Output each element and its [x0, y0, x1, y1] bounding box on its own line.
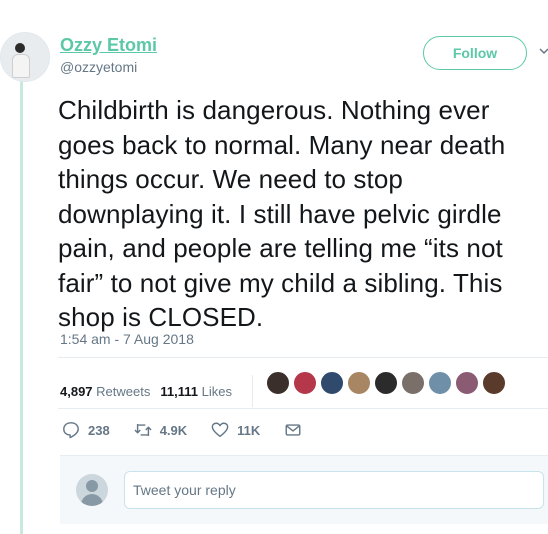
likes-stat[interactable]: 11,111 Likes [160, 384, 232, 399]
author-handle[interactable]: @ozzyetomi [60, 59, 137, 75]
liker-avatar[interactable] [293, 371, 317, 395]
avatar-body [81, 494, 103, 506]
author-name[interactable]: Ozzy Etomi [60, 35, 157, 56]
reply-action[interactable]: 238 [62, 421, 110, 439]
author-avatar[interactable] [0, 32, 50, 82]
likes-count: 11,111 [160, 383, 198, 399]
retweets-label: Retweets [96, 383, 151, 399]
like-count: 11K [237, 422, 261, 438]
reply-input[interactable]: Tweet your reply [124, 471, 544, 509]
reply-count: 238 [88, 422, 110, 438]
divider [58, 408, 548, 409]
chevron-down-icon[interactable] [539, 46, 548, 56]
envelope-icon [285, 424, 301, 436]
liker-avatar[interactable] [347, 371, 371, 395]
liker-avatar[interactable] [320, 371, 344, 395]
liker-avatar[interactable] [455, 371, 479, 395]
reply-icon [63, 422, 79, 439]
avatar-body [12, 54, 30, 78]
avatar-head [15, 43, 25, 53]
liker-avatar[interactable] [428, 371, 452, 395]
tweet-text: Childbirth is dangerous. Nothing ever go… [58, 95, 506, 332]
message-action[interactable] [284, 421, 302, 439]
reply-composer: Tweet your reply [60, 455, 548, 524]
engagement-stats: 4,897 Retweets 11,111 Likes [60, 375, 253, 407]
retweets-stat[interactable]: 4,897 Retweets [60, 384, 150, 399]
tweet-timestamp[interactable]: 1:54 am - 7 Aug 2018 [60, 331, 194, 347]
tweet-actions: 238 4.9K 11K [62, 421, 326, 439]
follow-button[interactable]: Follow [423, 36, 527, 70]
like-action[interactable]: 11K [211, 421, 260, 439]
likers-avatars [266, 371, 506, 395]
liker-avatar[interactable] [374, 371, 398, 395]
likes-label: Likes [201, 383, 232, 399]
divider [58, 357, 548, 358]
retweets-count: 4,897 [60, 383, 93, 399]
liker-avatar[interactable] [482, 371, 506, 395]
retweet-action[interactable]: 4.9K [134, 421, 187, 439]
thread-line [20, 74, 23, 534]
avatar-head [86, 480, 98, 492]
liker-avatar[interactable] [401, 371, 425, 395]
stats-separator [251, 375, 253, 407]
liker-avatar[interactable] [266, 371, 290, 395]
retweet-icon [134, 423, 152, 437]
current-user-avatar [76, 474, 108, 506]
heart-icon [211, 422, 229, 438]
retweet-count: 4.9K [159, 422, 188, 438]
